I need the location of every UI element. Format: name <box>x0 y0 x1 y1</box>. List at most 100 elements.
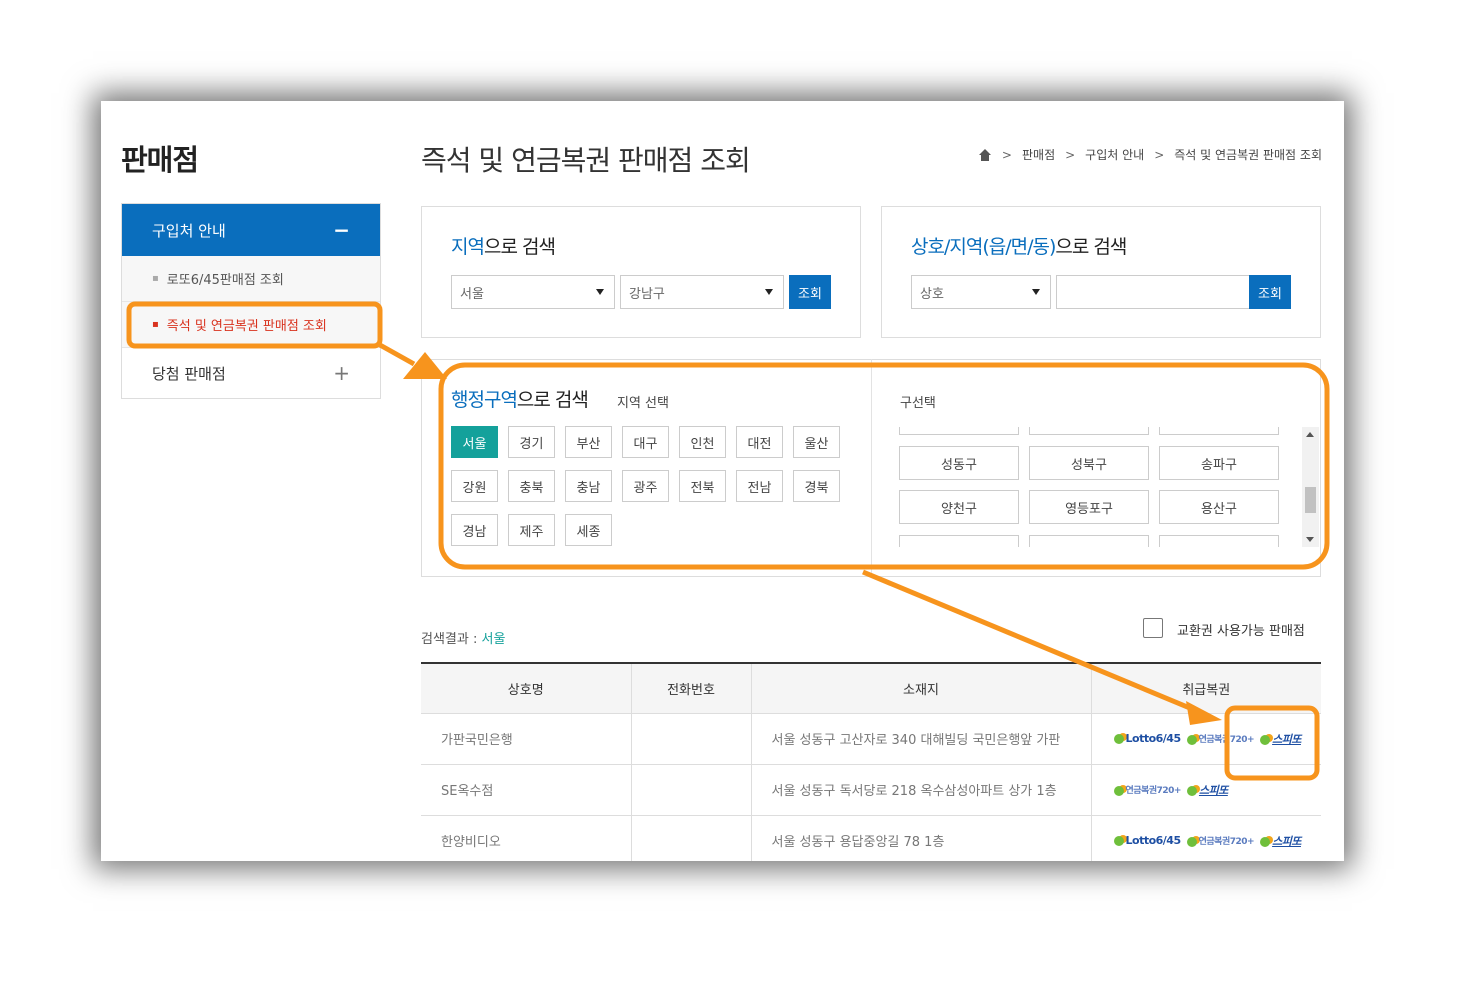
logo-text: 연금복권720+ <box>1125 786 1182 796</box>
clover-icon <box>1186 734 1197 745</box>
column-header-name: 상호명 <box>421 662 632 714</box>
column-header-phone: 전화번호 <box>631 662 752 714</box>
voucher-checkbox[interactable] <box>1143 618 1163 638</box>
region-divider <box>871 359 872 577</box>
cell-lotteries: Lotto6/45 연금복권720+ 스피또 <box>1091 713 1321 765</box>
logo-text: 스피또 <box>1198 783 1228 797</box>
table-row: 가판국민은행 서울 성동구 고산자로 340 대해빌딩 국민은행앞 가판 Lotto… <box>421 713 1321 765</box>
cell-lotteries: Lotto6/45 연금복권720+ 스피또 <box>1091 815 1321 861</box>
region-button[interactable]: 인천 <box>679 426 726 458</box>
scroll-up-icon[interactable] <box>1306 432 1314 437</box>
cell-address: 서울 성동구 고산자로 340 대해빌딩 국민은행앞 가판 <box>751 713 1092 765</box>
sidebar-subitem-lotto-stores[interactable]: ▪ 로또6/45판매점 조회 <box>122 256 380 302</box>
breadcrumb-item[interactable]: 구입처 안내 <box>1085 146 1144 163</box>
region-button[interactable]: 경남 <box>451 514 498 546</box>
region-button[interactable]: 전남 <box>736 470 783 502</box>
home-icon[interactable] <box>978 148 992 161</box>
breadcrumb: > 판매점 > 구입처 안내 > 즉석 및 연금복권 판매점 조회 <box>978 146 1322 163</box>
sidebar-item-label: 구입처 안내 <box>152 221 226 240</box>
logo-text: Lotto6/45 <box>1125 834 1182 847</box>
region-search-title-highlight: 지역 <box>451 236 485 258</box>
scroll-down-icon[interactable] <box>1306 537 1314 542</box>
sidebar-subitem-label: 즉석 및 연금복권 판매점 조회 <box>166 319 327 334</box>
sidebar-subitem-instant-pension-stores[interactable]: ▪ 즉석 및 연금복권 판매점 조회 <box>122 302 380 348</box>
sidebar-item-winning-stores[interactable]: 당첨 판매점 + <box>122 348 380 398</box>
page: 판매점 구입처 안내 − ▪ 로또6/45판매점 조회 ▪ 즉석 및 연금복권 … <box>101 101 1344 861</box>
name-search-input[interactable] <box>1056 275 1250 309</box>
cell-phone <box>631 815 752 861</box>
district-select[interactable]: 강남구 <box>620 275 784 309</box>
gu-button[interactable]: 송파구 <box>1159 446 1279 480</box>
gu-button[interactable]: 용산구 <box>1159 490 1279 524</box>
lotto-logo: Lotto6/45 <box>1113 834 1182 847</box>
gu-button-partial[interactable] <box>899 535 1019 547</box>
breadcrumb-separator: > <box>1154 147 1165 162</box>
table-header-row: 상호명 전화번호 소재지 취급복권 <box>421 662 1321 714</box>
region-button[interactable]: 경기 <box>508 426 555 458</box>
table-row: 한양비디오 서울 성동구 용답중앙길 78 1층 Lotto6/45 연금복권720+… <box>421 815 1321 861</box>
gu-button[interactable]: 성북구 <box>1029 446 1149 480</box>
search-type-value: 상호 <box>920 286 944 302</box>
gu-button[interactable]: 양천구 <box>899 490 1019 524</box>
sidebar-title: 판매점 <box>121 143 199 177</box>
region-button[interactable]: 전북 <box>679 470 726 502</box>
name-search-title-rest: 으로 검색 <box>1055 236 1127 258</box>
cell-name: SE옥수점 <box>421 764 632 816</box>
clover-icon <box>1186 836 1197 847</box>
logo-text: 스피또 <box>1272 732 1301 746</box>
name-search-button[interactable]: 조회 <box>1249 275 1291 309</box>
region-search-button[interactable]: 조회 <box>789 275 831 309</box>
region-button[interactable]: 세종 <box>565 514 612 546</box>
table-row: SE옥수점 서울 성동구 독서당로 218 옥수삼성아파트 상가 1층 연금복권72… <box>421 764 1321 816</box>
sidebar-item-purchase-guide[interactable]: 구입처 안내 − <box>122 204 380 256</box>
bullet-icon: ▪ <box>152 319 159 330</box>
region-button[interactable]: 충남 <box>565 470 612 502</box>
breadcrumb-separator: > <box>1065 147 1076 162</box>
region-search-title-rest: 으로 검색 <box>483 236 556 258</box>
result-label: 검색결과 : 서울 <box>421 628 505 647</box>
region-button[interactable]: 강원 <box>451 470 498 502</box>
admin-region-title-highlight: 행정구역 <box>451 389 518 411</box>
gu-button-partial[interactable] <box>1159 427 1279 435</box>
cell-name: 가판국민은행 <box>421 713 632 765</box>
gu-button-partial[interactable] <box>1159 535 1279 547</box>
region-button[interactable]: 충북 <box>508 470 555 502</box>
clover-icon <box>1186 785 1197 796</box>
region-button[interactable]: 제주 <box>508 514 555 546</box>
minus-icon: − <box>333 218 350 242</box>
voucher-checkbox-label: 교환권 사용가능 판매점 <box>1177 624 1305 639</box>
canvas: 판매점 구입처 안내 − ▪ 로또6/45판매점 조회 ▪ 즉석 및 연금복권 … <box>0 0 1471 989</box>
result-label-text: 검색결과 : <box>421 632 482 647</box>
region-button[interactable]: 대전 <box>736 426 783 458</box>
region-button[interactable]: 부산 <box>565 426 612 458</box>
scroll-thumb[interactable] <box>1305 487 1316 513</box>
search-type-select[interactable]: 상호 <box>911 275 1051 309</box>
plus-icon: + <box>333 361 350 385</box>
district-select-value: 강남구 <box>629 286 665 302</box>
sidebar-subitem-label: 로또6/45판매점 조회 <box>166 273 284 288</box>
column-header-address: 소재지 <box>751 662 1092 714</box>
region-button[interactable]: 대구 <box>622 426 669 458</box>
gu-button-partial[interactable] <box>899 427 1019 435</box>
breadcrumb-item[interactable]: 즉석 및 연금복권 판매점 조회 <box>1174 146 1322 163</box>
pension-logo: 연금복권720+ <box>1113 783 1182 796</box>
gu-button-partial[interactable] <box>1029 535 1149 547</box>
column-header-lotteries: 취급복권 <box>1091 662 1321 714</box>
clover-icon <box>1260 734 1271 745</box>
cell-name: 한양비디오 <box>421 815 632 861</box>
clover-icon <box>1113 785 1124 796</box>
region-button[interactable]: 서울 <box>451 426 498 458</box>
city-select[interactable]: 서울 <box>451 275 615 309</box>
city-select-value: 서울 <box>460 286 484 302</box>
gu-scrollbar[interactable] <box>1302 427 1319 547</box>
region-button[interactable]: 경북 <box>793 470 840 502</box>
gu-button-partial[interactable] <box>1029 427 1149 435</box>
region-button[interactable]: 광주 <box>622 470 669 502</box>
breadcrumb-item[interactable]: 판매점 <box>1022 146 1055 163</box>
gu-button[interactable]: 성동구 <box>899 446 1019 480</box>
cell-lotteries: 연금복권720+ 스피또 <box>1091 764 1321 816</box>
dropdown-arrow-icon <box>1032 289 1040 295</box>
dropdown-arrow-icon <box>596 289 604 295</box>
gu-button[interactable]: 영등포구 <box>1029 490 1149 524</box>
region-button[interactable]: 울산 <box>793 426 840 458</box>
